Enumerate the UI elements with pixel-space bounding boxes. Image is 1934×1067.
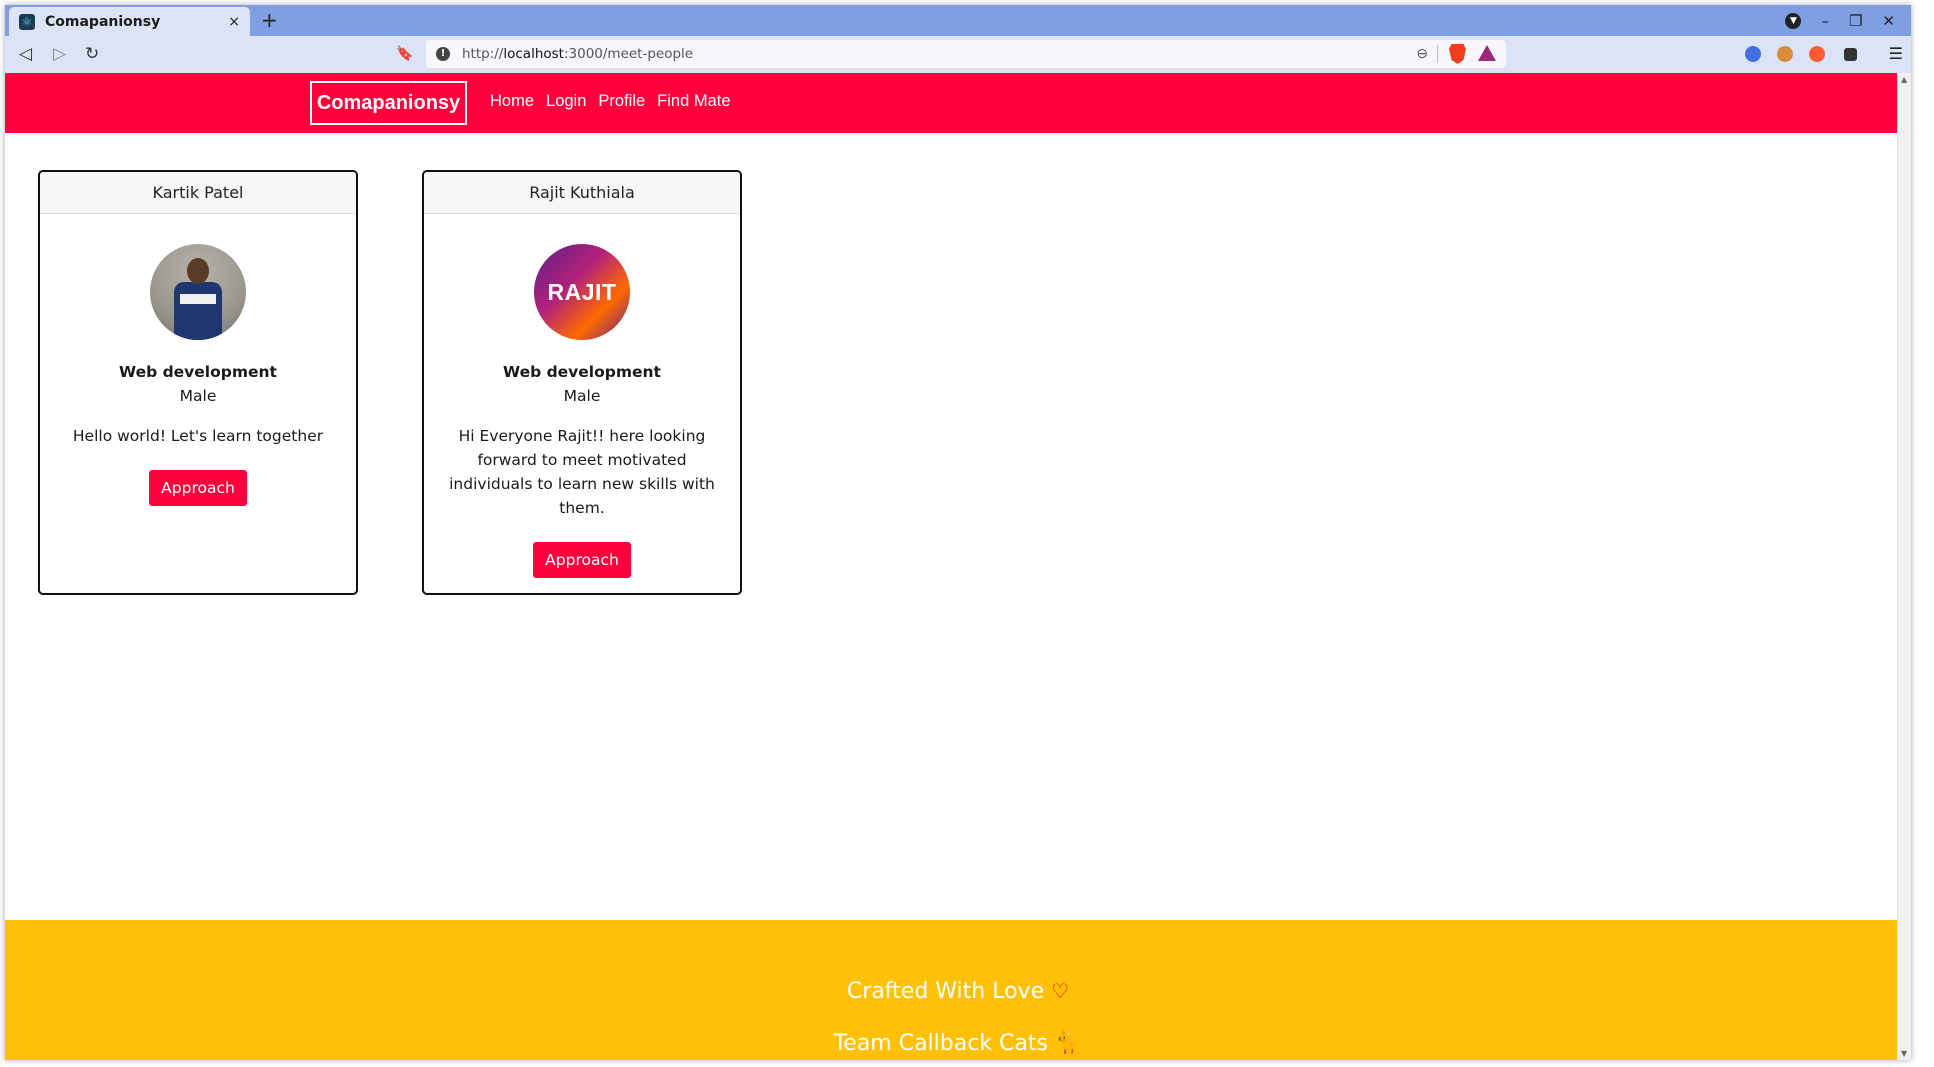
footer-team-text: Team Callback Cats — [833, 1031, 1048, 1056]
browser-window: ⚛ Comapanionsy × + ▼ – ❐ ✕ ◁ ▷ ↻ 🔖 ! htt… — [5, 5, 1911, 1060]
scroll-down-icon[interactable]: ▼ — [1901, 1049, 1907, 1058]
site-info-icon[interactable]: ! — [436, 47, 450, 61]
nav-find-mate[interactable]: Find Mate — [657, 92, 730, 111]
extension-globe-icon[interactable] — [1745, 46, 1761, 62]
nav-home[interactable]: Home — [490, 92, 534, 111]
footer-line-1: Crafted With Love ♡ — [5, 979, 1911, 1004]
avatar: RAJIT — [534, 244, 630, 340]
tab-bar: ⚛ Comapanionsy × + ▼ – ❐ ✕ — [5, 5, 1911, 36]
person-bio: Hello world! Let's learn together — [72, 427, 324, 445]
vpn-icon[interactable]: ▼ — [1785, 12, 1802, 29]
footer: Crafted With Love ♡ Team Callback Cats 🐈 — [5, 920, 1911, 1060]
cat-icon: 🐈 — [1055, 1031, 1083, 1056]
extensions-puzzle-icon[interactable] — [1844, 48, 1857, 61]
person-interest: Web development — [503, 363, 661, 381]
scroll-up-icon[interactable]: ▲ — [1901, 75, 1907, 84]
approach-button[interactable]: Approach — [149, 470, 247, 506]
card-body: Web development Male Hello world! Let's … — [40, 214, 356, 538]
close-tab-icon[interactable]: × — [228, 14, 240, 30]
navbar: Comapanionsy Home Login Profile Find Mat… — [5, 73, 1911, 133]
nav-login[interactable]: Login — [546, 92, 586, 111]
page-scrollbar[interactable]: ▲ ▼ — [1897, 73, 1911, 1060]
restore-icon[interactable]: ❐ — [1849, 12, 1862, 30]
tab-title: Comapanionsy — [45, 13, 161, 30]
person-gender: Male — [179, 387, 217, 405]
url-host: localhost — [503, 46, 564, 62]
avatar-figure — [174, 282, 222, 340]
avatar — [150, 244, 246, 340]
brave-shields-icon[interactable] — [1449, 44, 1466, 64]
person-bio: Hi Everyone Rajit!! here looking forward… — [449, 427, 715, 517]
react-icon: ⚛ — [19, 13, 35, 30]
url-text[interactable]: http://localhost:3000/meet-people — [462, 46, 693, 62]
address-bar[interactable]: ! http://localhost:3000/meet-people ⊖ — [426, 40, 1506, 68]
nav-profile[interactable]: Profile — [598, 92, 645, 111]
reload-icon[interactable]: ↻ — [85, 44, 99, 64]
extension-hand-icon[interactable] — [1809, 46, 1825, 62]
minimize-icon[interactable]: – — [1821, 12, 1829, 30]
heart-icon: ♡ — [1051, 979, 1070, 1003]
bookmark-icon[interactable]: 🔖 — [396, 44, 413, 64]
menu-icon[interactable]: ☰ — [1889, 44, 1903, 63]
nav-links: Home Login Profile Find Mate — [490, 92, 731, 111]
card-body: RAJIT Web development Male Hi Everyone R… — [424, 214, 740, 593]
window-controls: ▼ – ❐ ✕ — [1785, 5, 1911, 36]
url-path: :3000/meet-people — [563, 46, 694, 62]
person-name: Kartik Patel — [40, 172, 356, 214]
browser-toolbar: ◁ ▷ ↻ 🔖 ! http://localhost:3000/meet-peo… — [5, 36, 1911, 73]
brave-rewards-icon[interactable] — [1478, 45, 1496, 61]
zoom-icon[interactable]: ⊖ — [1416, 46, 1428, 62]
footer-line-2: Team Callback Cats 🐈 — [5, 1031, 1911, 1056]
web-page: Comapanionsy Home Login Profile Find Mat… — [5, 73, 1911, 1060]
person-card: Kartik Patel Web development Male Hello … — [38, 170, 358, 595]
approach-button[interactable]: Approach — [533, 542, 631, 578]
avatar-head — [187, 258, 209, 284]
person-card: Rajit Kuthiala RAJIT Web development Mal… — [422, 170, 742, 595]
avatar-shirt-stripe — [180, 294, 216, 304]
divider — [1437, 45, 1438, 63]
person-gender: Male — [563, 387, 601, 405]
person-interest: Web development — [119, 363, 277, 381]
back-icon[interactable]: ◁ — [19, 44, 32, 64]
close-window-icon[interactable]: ✕ — [1882, 12, 1895, 30]
url-scheme: http:// — [462, 46, 504, 62]
new-tab-button[interactable]: + — [261, 10, 278, 30]
person-name: Rajit Kuthiala — [424, 172, 740, 214]
extension-face-icon[interactable] — [1777, 46, 1793, 62]
footer-crafted-text: Crafted With Love — [846, 979, 1045, 1004]
forward-icon[interactable]: ▷ — [53, 44, 66, 64]
browser-tab[interactable]: ⚛ Comapanionsy × — [9, 7, 250, 36]
brand-logo[interactable]: Comapanionsy — [310, 81, 467, 125]
avatar-logo-text: RAJIT — [547, 278, 617, 305]
